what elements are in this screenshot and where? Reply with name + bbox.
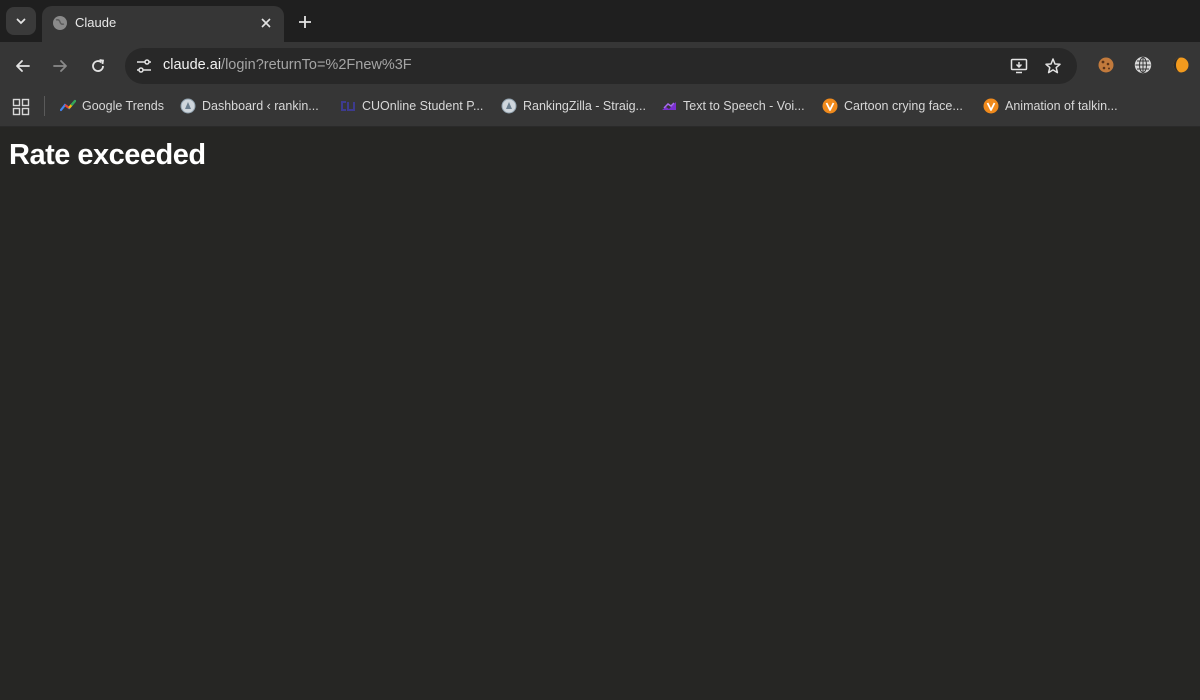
- bookmarks-bar: Google Trends Dashboard ‹ rankin... CUOn…: [0, 90, 1200, 208]
- install-app-button[interactable]: [1009, 56, 1029, 76]
- url-text[interactable]: claude.ai/login?returnTo=%2Fnew%3F: [163, 57, 412, 73]
- bookmark-label: Google Trends: [82, 99, 164, 113]
- tab-claude[interactable]: Claude: [42, 6, 284, 42]
- install-app-icon: [1010, 58, 1028, 74]
- globe-icon: [501, 98, 517, 114]
- vecteezy-icon: [983, 98, 999, 114]
- reload-button[interactable]: [86, 54, 110, 78]
- vecteezy-icon: [822, 98, 838, 114]
- bookmark-label: CUOnline Student P...: [362, 99, 484, 113]
- address-bar[interactable]: claude.ai/login?returnTo=%2Fnew%3F: [125, 48, 1077, 84]
- cookie-icon: [1098, 57, 1114, 73]
- tab-title: Claude: [75, 15, 117, 30]
- plus-icon: [299, 16, 311, 28]
- half-moon-icon: [1173, 57, 1189, 73]
- bookmarks-separator: [44, 96, 45, 116]
- new-tab-button[interactable]: [294, 11, 316, 33]
- page-heading: Rate exceeded: [9, 139, 206, 171]
- arrow-right-icon: [53, 60, 67, 72]
- bookmark-label: Text to Speech - Voi...: [683, 99, 805, 113]
- bookmark-label: Cartoon crying face...: [844, 99, 963, 113]
- globe-icon: [180, 98, 196, 114]
- extension-globe[interactable]: [1133, 55, 1153, 75]
- bookmark-label: RankingZilla - Straig...: [523, 99, 646, 113]
- bookmark-label: Dashboard ‹ rankin...: [202, 99, 319, 113]
- forward-button[interactable]: [48, 54, 72, 78]
- globe-icon: [1134, 56, 1152, 74]
- star-icon: [1045, 58, 1061, 74]
- chevron-down-icon: [16, 18, 26, 25]
- tts-icon: [662, 102, 676, 110]
- bookmark-label: Animation of talkin...: [1005, 99, 1118, 113]
- close-icon: [261, 18, 271, 28]
- bookmark-text-to-speech[interactable]: Text to Speech - Voi...: [661, 94, 805, 118]
- site-info-icon[interactable]: [135, 57, 153, 75]
- url-path: /login?returnTo=%2Fnew%3F: [221, 57, 412, 73]
- tab-close-button[interactable]: [256, 13, 276, 33]
- toolbar: claude.ai/login?returnTo=%2Fnew%3F: [0, 42, 1200, 90]
- bookmark-star-button[interactable]: [1043, 56, 1063, 76]
- cu-logo-icon: [341, 101, 355, 111]
- page-content: Rate exceeded: [0, 127, 1200, 700]
- tab-search-button[interactable]: [6, 7, 36, 35]
- arrow-left-icon: [16, 60, 30, 72]
- google-trends-icon: [60, 99, 76, 112]
- bookmark-dashboard[interactable]: Dashboard ‹ rankin...: [180, 94, 319, 118]
- extension-cookie[interactable]: [1096, 55, 1116, 75]
- bookmark-google-trends[interactable]: Google Trends: [60, 94, 164, 118]
- bookmark-animation-talking[interactable]: Animation of talkin...: [983, 94, 1118, 118]
- bookmark-cartoon-crying[interactable]: Cartoon crying face...: [822, 94, 963, 118]
- apps-grid-icon[interactable]: [12, 98, 30, 116]
- extension-orange[interactable]: [1171, 55, 1191, 75]
- bookmark-rankingzilla[interactable]: RankingZilla - Straig...: [501, 94, 646, 118]
- reload-icon: [92, 59, 105, 72]
- bookmark-cuonline[interactable]: CUOnline Student P...: [340, 94, 483, 118]
- back-button[interactable]: [11, 54, 35, 78]
- url-host: claude.ai: [163, 57, 222, 73]
- tab-strip: Claude: [0, 0, 1200, 42]
- globe-icon: [53, 16, 67, 30]
